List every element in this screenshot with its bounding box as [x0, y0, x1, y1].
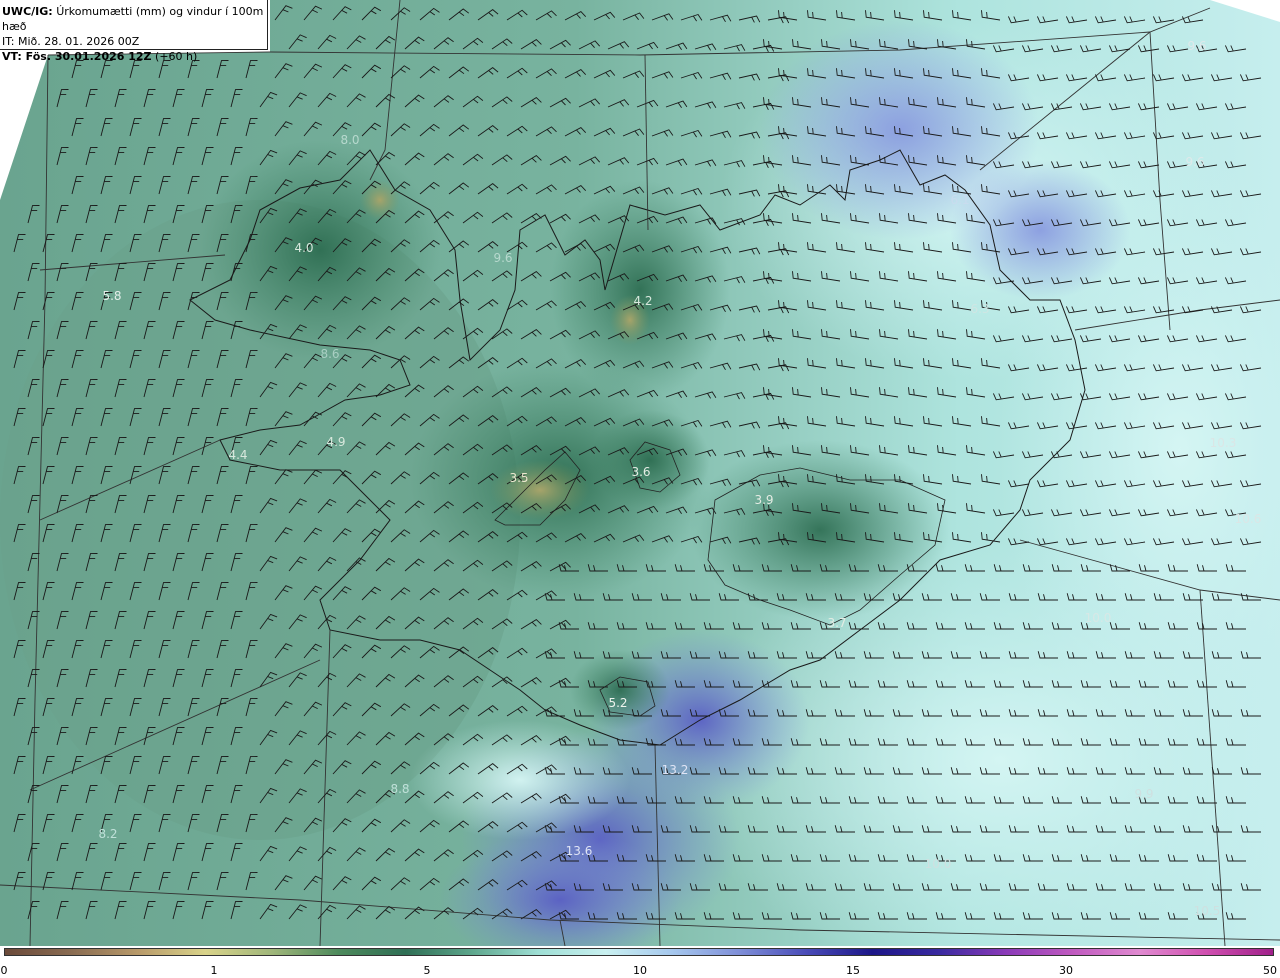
value-label: 3.9: [754, 493, 773, 507]
value-label: 6.1: [950, 193, 969, 207]
value-label: 4.4: [228, 448, 247, 462]
value-label: 3.5: [509, 471, 528, 485]
value-label: 9.6: [1187, 39, 1206, 53]
value-label: 10.5: [1194, 904, 1221, 918]
forecast-offset: (+60 h): [151, 50, 198, 63]
colorbar-tick-label: 30: [1059, 964, 1073, 977]
value-label: 8.2: [98, 827, 117, 841]
value-label: 4.2: [633, 294, 652, 308]
value-label: 6.3: [970, 302, 989, 316]
value-label: 5.2: [608, 696, 627, 710]
value-label: 10.6: [1235, 512, 1262, 526]
value-label: 3.6: [631, 465, 650, 479]
value-label: 8.0: [340, 133, 359, 147]
colorbar-tick-label: 5: [423, 964, 431, 977]
colorbar: 0 1 5 10 15 30 50: [0, 946, 1280, 978]
colorbar-strip: [4, 948, 1274, 956]
valid-time-line: VT: Fös. 30.01.2026 12Z (+60 h): [2, 49, 267, 64]
model-prefix: UWC/IG:: [2, 5, 53, 18]
value-label: 4.9: [326, 435, 345, 449]
value-label: 10.0: [925, 857, 952, 871]
value-label: 8.6: [320, 347, 339, 361]
colorbar-tick-label: 1: [210, 964, 218, 977]
value-label: 9.9: [1134, 787, 1153, 801]
value-label: 10.3: [1210, 436, 1237, 450]
map-title-line: UWC/IG: Úrkomumætti (mm) og vindur í 100…: [2, 4, 267, 34]
value-label: 8.8: [390, 782, 409, 796]
colorbar-tick-label: 10: [633, 964, 647, 977]
value-label: 10.0: [1085, 611, 1112, 625]
value-label: 13.2: [662, 763, 689, 777]
value-label: 9.6: [1185, 155, 1204, 169]
colorbar-tick-label: 0: [0, 964, 8, 977]
value-label: 3.7: [827, 616, 846, 630]
init-time: IT: Mið. 28. 01. 2026 00Z: [2, 35, 140, 48]
precipitation-wind-map: 9.6 9.6 9.6 8.0 4.0 8.6 5.8 4.2 6.1 6.3 …: [0, 0, 1280, 946]
value-label: 13.6: [566, 844, 593, 858]
colorbar-tick-label: 15: [846, 964, 860, 977]
value-label: 9.6: [493, 251, 512, 265]
colorbar-tick-label: 50: [1263, 964, 1277, 977]
value-label: 4.0: [294, 241, 313, 255]
valid-time: VT: Fös. 30.01.2026 12Z: [2, 50, 152, 63]
value-label: 5.8: [102, 289, 121, 303]
map-info-box: UWC/IG: Úrkomumætti (mm) og vindur í 100…: [0, 0, 268, 63]
